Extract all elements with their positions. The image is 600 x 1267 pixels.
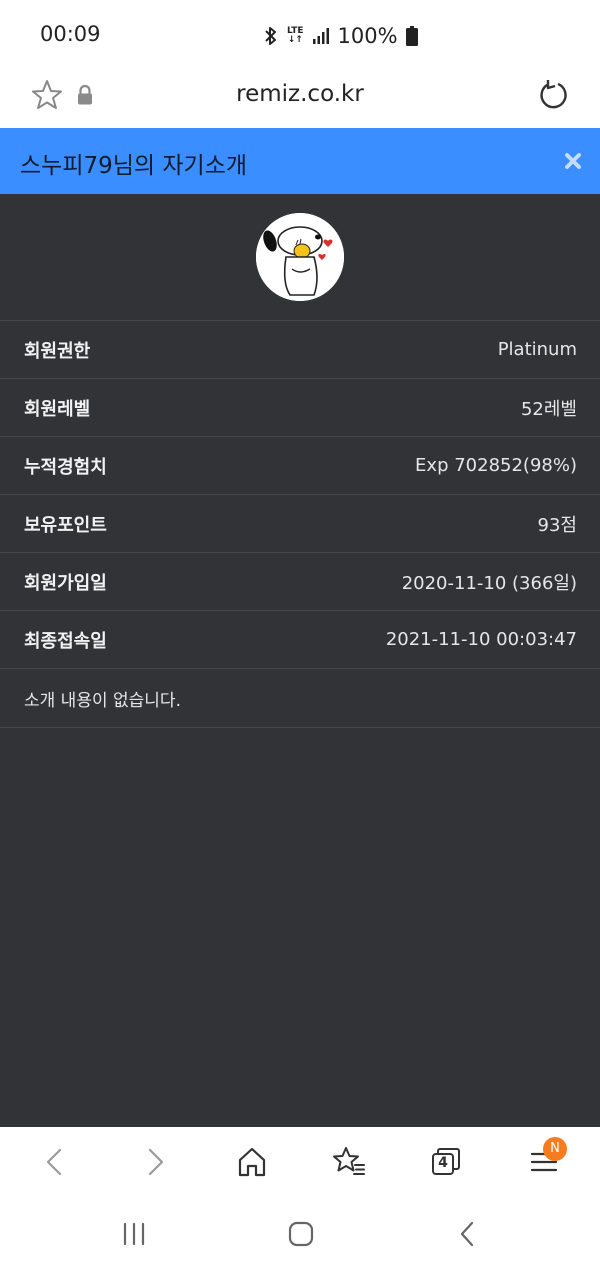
- row-value: 2020-11-10 (366일): [401, 572, 577, 594]
- status-icons: LTE ↓↑ 100%: [263, 22, 418, 50]
- row-label: 회원가입일: [24, 572, 107, 594]
- recent-apps-icon[interactable]: [119, 1219, 149, 1249]
- profile-panel: 회원권한 Platinum 회원레벨 52레벨 누적경험치 Exp 702852…: [0, 194, 600, 1127]
- home-nav-icon[interactable]: [286, 1219, 316, 1249]
- row-value: Platinum: [497, 339, 577, 360]
- back-nav-icon[interactable]: [453, 1219, 483, 1249]
- intro-text: 소개 내용이 없습니다.: [24, 690, 181, 711]
- dialog-title-bar: 스누피79님의 자기소개: [0, 128, 600, 194]
- status-time: 00:09: [40, 22, 101, 46]
- row-member-level: 회원레벨 52레벨: [0, 379, 600, 437]
- row-label: 회원레벨: [24, 398, 91, 420]
- tabs-count: 4: [438, 1155, 448, 1171]
- signal-icon: [312, 28, 329, 44]
- avatar: [256, 213, 344, 301]
- row-value: 93점: [537, 514, 577, 536]
- row-label: 누적경험치: [24, 456, 107, 478]
- dialog-title: 스누피79님의 자기소개: [20, 153, 248, 179]
- browser-toolbar: 4: [0, 1127, 600, 1197]
- lte-icon: LTE ↓↑: [287, 26, 304, 45]
- close-icon[interactable]: [564, 152, 582, 170]
- row-label: 보유포인트: [24, 514, 107, 536]
- bluetooth-icon: [265, 27, 276, 45]
- row-member-rank: 회원권한 Platinum: [0, 321, 600, 379]
- row-total-exp: 누적경험치 Exp 702852(98%): [0, 437, 600, 495]
- back-icon[interactable]: [37, 1144, 73, 1180]
- reload-icon[interactable]: [536, 78, 570, 112]
- system-nav-bar: [0, 1197, 600, 1267]
- url-text[interactable]: remiz.co.kr: [0, 81, 600, 107]
- snoopy-avatar-image: [256, 213, 344, 301]
- status-bar: 00:09 LTE ↓↑ 100%: [0, 0, 600, 68]
- row-value: 52레벨: [520, 398, 577, 420]
- profile-info-list: 회원권한 Platinum 회원레벨 52레벨 누적경험치 Exp 702852…: [0, 320, 600, 728]
- row-intro: 소개 내용이 없습니다.: [0, 669, 600, 728]
- forward-icon[interactable]: [137, 1144, 173, 1180]
- row-value: 2021-11-10 00:03:47: [385, 629, 577, 650]
- tabs-button[interactable]: 4: [429, 1144, 465, 1180]
- row-points: 보유포인트 93점: [0, 495, 600, 553]
- menu-notification-badge: N: [543, 1137, 567, 1161]
- row-join-date: 회원가입일 2020-11-10 (366일): [0, 553, 600, 611]
- row-last-login: 최종접속일 2021-11-10 00:03:47: [0, 611, 600, 669]
- home-icon[interactable]: [234, 1144, 270, 1180]
- row-label: 회원권한: [24, 340, 91, 362]
- battery-percent: 100%: [337, 24, 398, 48]
- bookmarks-icon[interactable]: [331, 1144, 367, 1180]
- row-value: Exp 702852(98%): [415, 455, 577, 476]
- battery-icon: [405, 26, 418, 46]
- row-label: 최종접속일: [24, 630, 107, 652]
- address-bar: remiz.co.kr: [0, 68, 600, 128]
